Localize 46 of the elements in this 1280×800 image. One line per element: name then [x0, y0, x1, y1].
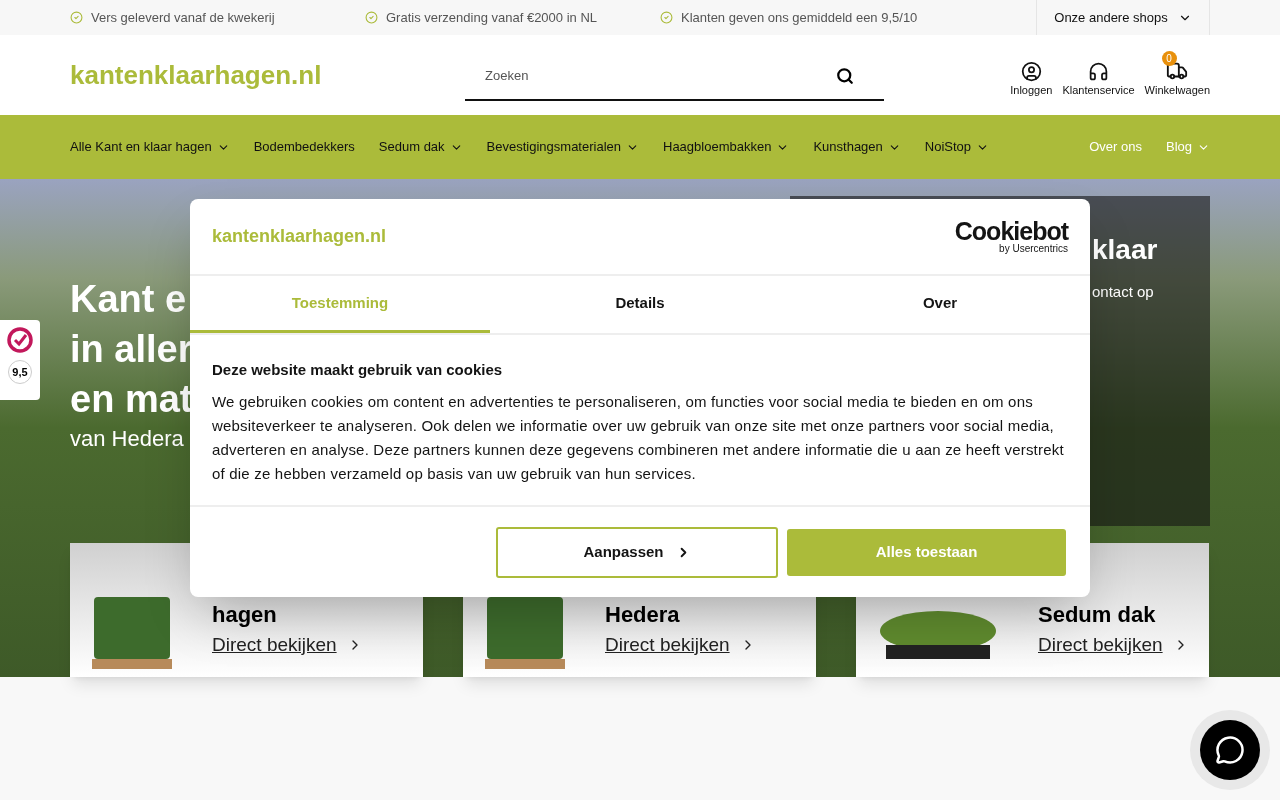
hero-heading: en mat	[70, 377, 193, 422]
chat-icon	[1215, 735, 1245, 765]
headset-icon	[1088, 61, 1109, 83]
check-icon	[660, 11, 673, 24]
nav-item[interactable]: Kunsthagen	[813, 137, 901, 157]
search-field[interactable]: Zoeken	[465, 51, 884, 101]
search-icon[interactable]	[836, 67, 854, 85]
nav-item[interactable]: Alle Kant en klaar hagen	[70, 137, 230, 157]
nav-item[interactable]: Bodembedekkers	[253, 137, 355, 157]
nav-item[interactable]: NoiStop	[924, 137, 990, 157]
hero-heading: in aller	[70, 327, 193, 372]
header-action[interactable]: Klantenservice	[1062, 52, 1135, 99]
shops-menu[interactable]: Onze andere shops	[1036, 0, 1210, 35]
customize-button[interactable]: Aanpassen	[496, 526, 778, 578]
check-icon	[365, 11, 378, 24]
dialog-heading: Deze website maakt gebruik van cookies	[212, 360, 504, 380]
card-link[interactable]: Direct bekijken	[605, 630, 756, 659]
card-link[interactable]: Direct bekijken	[212, 630, 363, 659]
panel-text: ontact op	[1092, 282, 1155, 302]
card-title: Sedum dak	[1038, 600, 1157, 629]
nav-item[interactable]: Bevestigingsmaterialen	[486, 137, 639, 157]
check-icon	[70, 11, 83, 24]
nav-item[interactable]: Sedum dak	[378, 137, 463, 157]
rating-logo-icon	[6, 326, 34, 354]
card-title: Hedera	[605, 600, 681, 629]
header-action[interactable]: 0 Winkelwagen	[1144, 51, 1210, 99]
hero-subtitle: van Hedera	[70, 425, 185, 453]
dialog-tab[interactable]: Over	[790, 276, 1090, 333]
cookiebot-logo: Cookiebot	[954, 219, 1068, 244]
card-title: hagen	[212, 600, 278, 629]
usp-text: Klanten geven ons gemiddeld een 9,5/10	[681, 8, 918, 27]
user-icon	[1020, 61, 1042, 83]
usp-text: Gratis verzending vanaf €2000 in NL	[386, 8, 597, 27]
hero-heading: Kant e	[70, 277, 188, 322]
rating-badge[interactable]: 9,5	[0, 320, 40, 400]
cart-badge: 0	[1161, 51, 1177, 67]
dialog-body: We gebruiken cookies om content en advertenties te personaliseren, om functies voor social media te bieden en om ons websiteverkeer te analyseren. Ook delen we informatie over uw gebruik van onze site met onze partners voor social media, adverteren en analyse. Deze partners kunnen deze gegevens combineren met andere informatie die u aan ze heeft verstrekt of die ze hebben verzameld op basis van uw gebruik van hun services.	[212, 391, 1065, 484]
chat-button[interactable]	[1200, 720, 1260, 780]
usp-text: Vers geleverd vanaf de kwekerij	[91, 8, 275, 27]
card-link[interactable]: Direct bekijken	[1038, 630, 1189, 659]
nav-item[interactable]: Haagbloembakken	[663, 137, 790, 157]
cookiebot-tagline: by Usercentrics	[999, 244, 1068, 254]
dialog-logo: kantenklaarhagen.nl	[212, 225, 387, 248]
panel-title: klaar	[1092, 233, 1159, 267]
dialog-tab[interactable]: Details	[490, 276, 790, 333]
header-action[interactable]: Inloggen	[1010, 52, 1053, 99]
